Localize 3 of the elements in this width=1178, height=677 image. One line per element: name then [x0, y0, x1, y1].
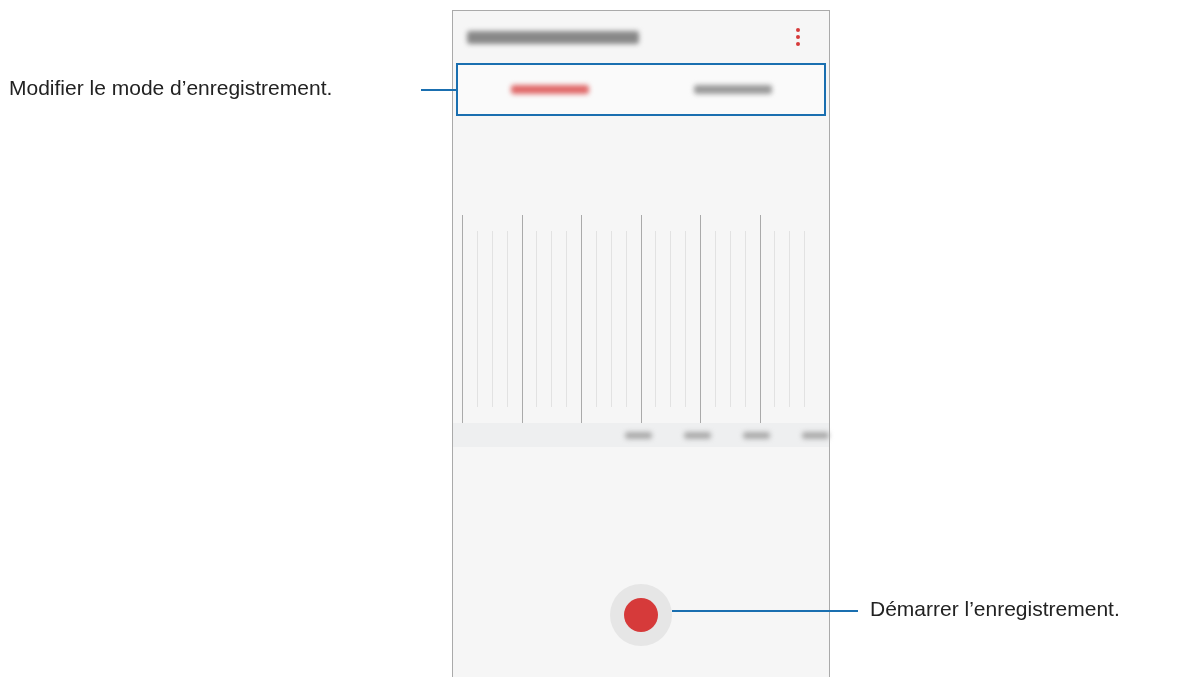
callout-text: Démarrer l’enregistrement. — [870, 597, 1120, 620]
more-options-icon[interactable] — [795, 27, 801, 47]
callout-text: Modifier le mode d’enregistrement. — [9, 76, 333, 100]
